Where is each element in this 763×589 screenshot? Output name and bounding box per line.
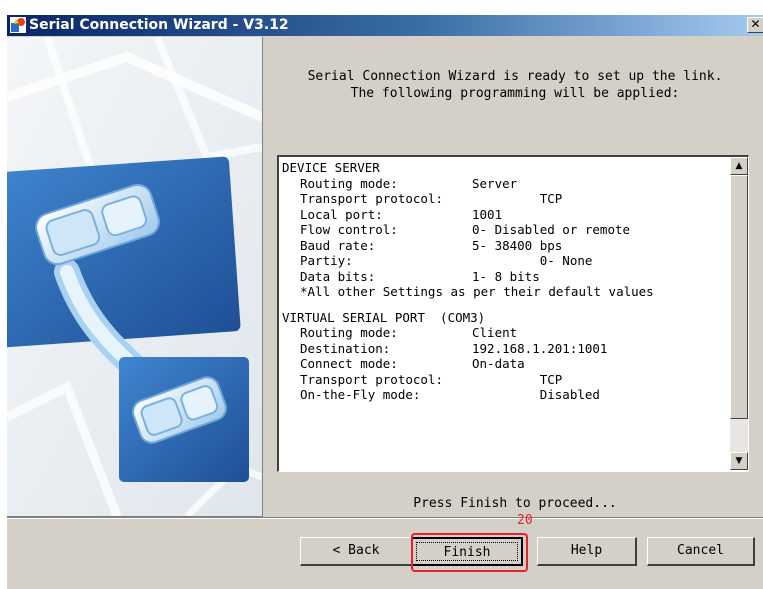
scroll-up-icon[interactable]: ▲ [730, 157, 748, 175]
scroll-thumb[interactable] [730, 175, 748, 419]
section-header-virtual-port: VIRTUAL SERIAL PORT (COM3) [282, 309, 486, 325]
footer-divider [7, 517, 763, 519]
intro-line-1: Serial Connection Wizard is ready to set… [307, 69, 723, 84]
summary-row: Destination: 192.168.1.201:1001 [300, 340, 608, 356]
cancel-button[interactable]: Cancel [647, 537, 755, 566]
intro-text: Serial Connection Wizard is ready to set… [269, 68, 761, 102]
summary-row: Data bits: 1- 8 bits [300, 268, 540, 284]
summary-row: Baud rate: 5- 38400 bps [300, 237, 563, 253]
annotation-step-number: 20 [517, 513, 533, 528]
summary-row: Transport protocol: TCP [300, 191, 563, 206]
scroll-down-icon[interactable]: ▼ [730, 452, 748, 470]
serial-cable-illustration [7, 37, 262, 516]
summary-row: Connect mode: On-data [300, 356, 525, 371]
finish-button-label: Finish [416, 542, 518, 561]
wizard-window: Serial Connection Wizard - V3.12 ✕ Seria… [6, 14, 763, 589]
close-icon[interactable]: ✕ [747, 17, 763, 33]
title-bar[interactable]: Serial Connection Wizard - V3.12 ✕ [7, 15, 763, 36]
summary-row: Transport protocol: TCP [300, 371, 563, 387]
summary-row: Routing mode: Server [300, 175, 518, 191]
help-button[interactable]: Help [537, 537, 637, 566]
settings-summary-box[interactable]: DEVICE SERVER Routing mode: Server Transp… [277, 155, 749, 472]
default-settings-note: *All other Settings as per their default… [300, 284, 654, 299]
summary-row: Flow control: 0- Disabled or remote [300, 222, 631, 237]
wizard-app-icon [10, 17, 26, 33]
window-title: Serial Connection Wizard - V3.12 [29, 17, 289, 33]
summary-row: Partiy: 0- None [300, 253, 593, 268]
intro-line-2: The following programming will be applie… [350, 86, 680, 101]
finish-button[interactable]: Finish [411, 537, 523, 566]
section-header-device-server: DEVICE SERVER [282, 160, 380, 175]
summary-scrollbar[interactable]: ▲ ▼ [730, 157, 748, 470]
settings-summary-text: DEVICE SERVER Routing mode: Server Transp… [282, 160, 722, 403]
summary-row: Routing mode: Client [300, 325, 518, 340]
wizard-illustration [7, 37, 263, 517]
finish-hint-text: Press Finish to proceed... [413, 496, 617, 511]
summary-row: On-the-Fly mode: Disabled [300, 387, 600, 402]
summary-row: Local port: 1001 [300, 206, 503, 222]
back-button[interactable]: < Back [300, 537, 413, 566]
